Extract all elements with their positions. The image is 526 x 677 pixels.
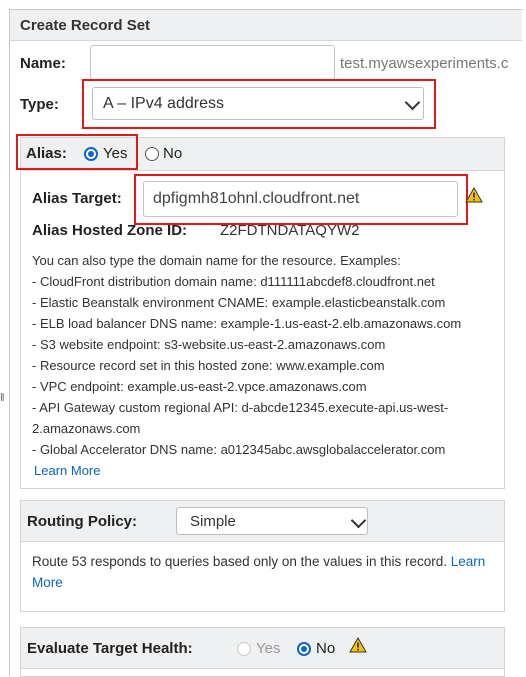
example-line: - Global Accelerator DNS name: a012345ab… — [32, 442, 446, 457]
examples-learn-more-link[interactable]: Learn More — [32, 460, 512, 481]
example-line: - CloudFront distribution domain name: d… — [32, 274, 435, 289]
example-line: - VPC endpoint: example.us-east-2.vpce.a… — [32, 379, 367, 394]
routing-description: Route 53 responds to queries based only … — [32, 551, 502, 593]
example-line: - Elastic Beanstalk environment CNAME: e… — [32, 295, 446, 310]
example-line: - Resource record set in this hosted zon… — [32, 358, 385, 373]
routing-policy-selected: Simple — [190, 513, 236, 530]
example-line: 2.amazonaws.com — [32, 421, 141, 436]
type-highlight-box — [82, 79, 436, 129]
health-no-label[interactable]: No — [316, 640, 335, 657]
health-yes-label[interactable]: Yes — [256, 640, 280, 657]
alias-highlight-box — [16, 134, 138, 170]
health-no-radio[interactable] — [297, 642, 311, 656]
hosted-zone-label: Alias Hosted Zone ID: — [32, 222, 188, 239]
chevron-down-icon — [350, 512, 367, 529]
warning-icon — [349, 637, 367, 653]
name-domain-suffix: test.myawsexperiments.c — [340, 55, 509, 72]
routing-description-text: Route 53 responds to queries based only … — [32, 554, 448, 569]
type-label: Type: — [20, 96, 59, 113]
hosted-zone-value: Z2FDTNDATAQYW2 — [220, 222, 360, 239]
routing-learn-more-link[interactable]: Learn — [451, 554, 486, 569]
alias-target-highlight-box — [134, 174, 468, 225]
alias-no-radio[interactable] — [145, 147, 159, 161]
routing-policy-select[interactable]: Simple — [176, 507, 368, 535]
alias-target-label: Alias Target: — [32, 190, 122, 207]
alias-no-label[interactable]: No — [163, 145, 182, 162]
form-title: Create Record Set — [20, 17, 151, 34]
resize-grip-icon[interactable]: ‖ — [0, 392, 5, 404]
routing-policy-label: Routing Policy: — [27, 513, 137, 530]
form-header: Create Record Set — [10, 10, 522, 41]
example-line: - S3 website endpoint: s3-website.us-eas… — [32, 337, 386, 352]
routing-learn-more-link-cont[interactable]: More — [32, 575, 63, 590]
examples-intro: You can also type the domain name for th… — [32, 253, 401, 268]
name-label: Name: — [20, 55, 66, 72]
warning-icon — [465, 187, 483, 203]
example-line: - ELB load balancer DNS name: example-1.… — [32, 316, 462, 331]
evaluate-health-label: Evaluate Target Health: — [27, 640, 193, 657]
name-input[interactable] — [90, 45, 335, 80]
example-line: - API Gateway custom regional API: d-abc… — [32, 400, 449, 415]
health-yes-radio[interactable] — [237, 642, 251, 656]
alias-examples: You can also type the domain name for th… — [32, 250, 512, 481]
